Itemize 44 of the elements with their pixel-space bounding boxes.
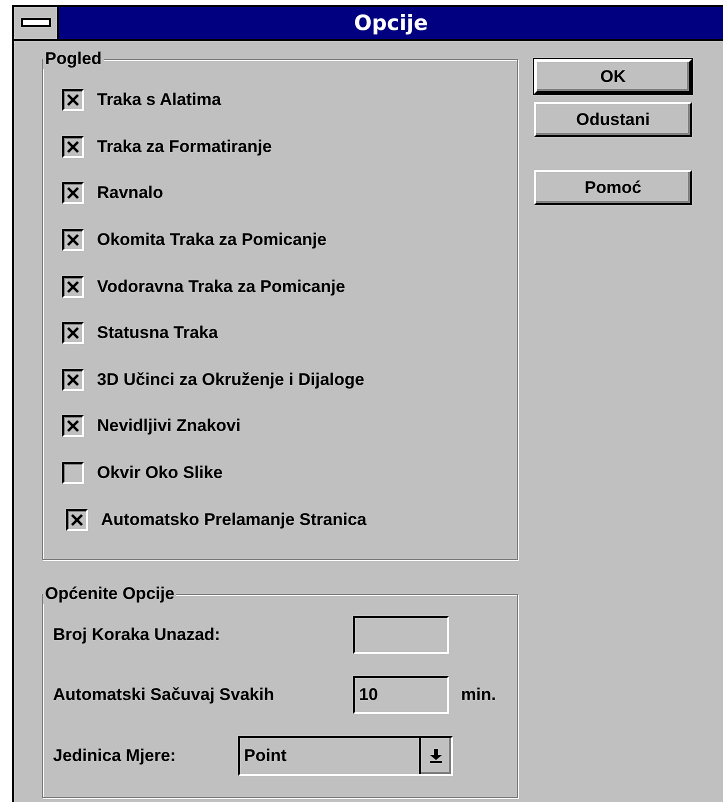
- checkbox[interactable]: [66, 508, 88, 531]
- checkbox-label[interactable]: Traka za Formatiranje: [97, 136, 272, 157]
- dialog-button[interactable]: Pomoć: [534, 170, 692, 205]
- checkbox[interactable]: [62, 229, 84, 252]
- checkbox-label[interactable]: Statusna Traka: [97, 323, 218, 344]
- cross-icon: [67, 374, 79, 386]
- checkbox[interactable]: [62, 322, 84, 344]
- checkbox[interactable]: [62, 136, 84, 158]
- checkbox-label[interactable]: Traka s Alatima: [97, 90, 222, 110]
- checkbox[interactable]: [62, 462, 84, 484]
- unit-label: min.: [461, 684, 496, 705]
- checkbox[interactable]: [62, 276, 84, 298]
- field-label: Broj Koraka Unazad:: [53, 624, 222, 645]
- checkbox-label[interactable]: Ravnalo: [97, 183, 164, 204]
- down-arrow-icon: [430, 748, 442, 763]
- cross-icon: [67, 187, 79, 200]
- cross-icon: [67, 140, 79, 153]
- input-field[interactable]: [353, 616, 449, 654]
- cross-icon: [71, 514, 83, 526]
- checkbox-label[interactable]: Automatsko Prelamanje Stranica: [101, 510, 366, 530]
- checkbox[interactable]: [62, 415, 84, 438]
- cross-icon: [67, 280, 79, 293]
- window-title: Opcije: [354, 11, 428, 35]
- checkbox-label[interactable]: Nevidljivi Znakovi: [97, 416, 241, 436]
- checkbox-label[interactable]: Vodoravna Traka za Pomicanje: [97, 276, 346, 297]
- input-field[interactable]: 10: [353, 676, 449, 714]
- checkbox-label[interactable]: Okvir Oko Slike: [97, 463, 223, 484]
- cross-icon: [67, 234, 79, 246]
- cross-icon: [67, 94, 79, 106]
- minus-icon: [20, 18, 50, 28]
- dialog-button[interactable]: Odustani: [534, 102, 692, 137]
- cross-icon: [67, 420, 79, 432]
- checkbox-label[interactable]: Okomita Traka za Pomicanje: [97, 230, 327, 250]
- unit-dropdown[interactable]: Point: [238, 736, 453, 776]
- checkbox[interactable]: [62, 182, 84, 204]
- checkbox[interactable]: [62, 368, 84, 391]
- group-title: Općenite Opcije: [43, 584, 176, 604]
- field-label: Automatski Sačuvaj Svakih: [53, 684, 276, 705]
- dialog-button[interactable]: OK: [534, 59, 692, 94]
- field-label: Jedinica Mjere:: [53, 746, 177, 766]
- group-title: Pogled: [43, 49, 104, 69]
- checkbox[interactable]: [62, 89, 84, 112]
- cross-icon: [67, 327, 79, 340]
- checkbox-label[interactable]: 3D Učinci za Okruženje i Dijaloge: [97, 370, 364, 390]
